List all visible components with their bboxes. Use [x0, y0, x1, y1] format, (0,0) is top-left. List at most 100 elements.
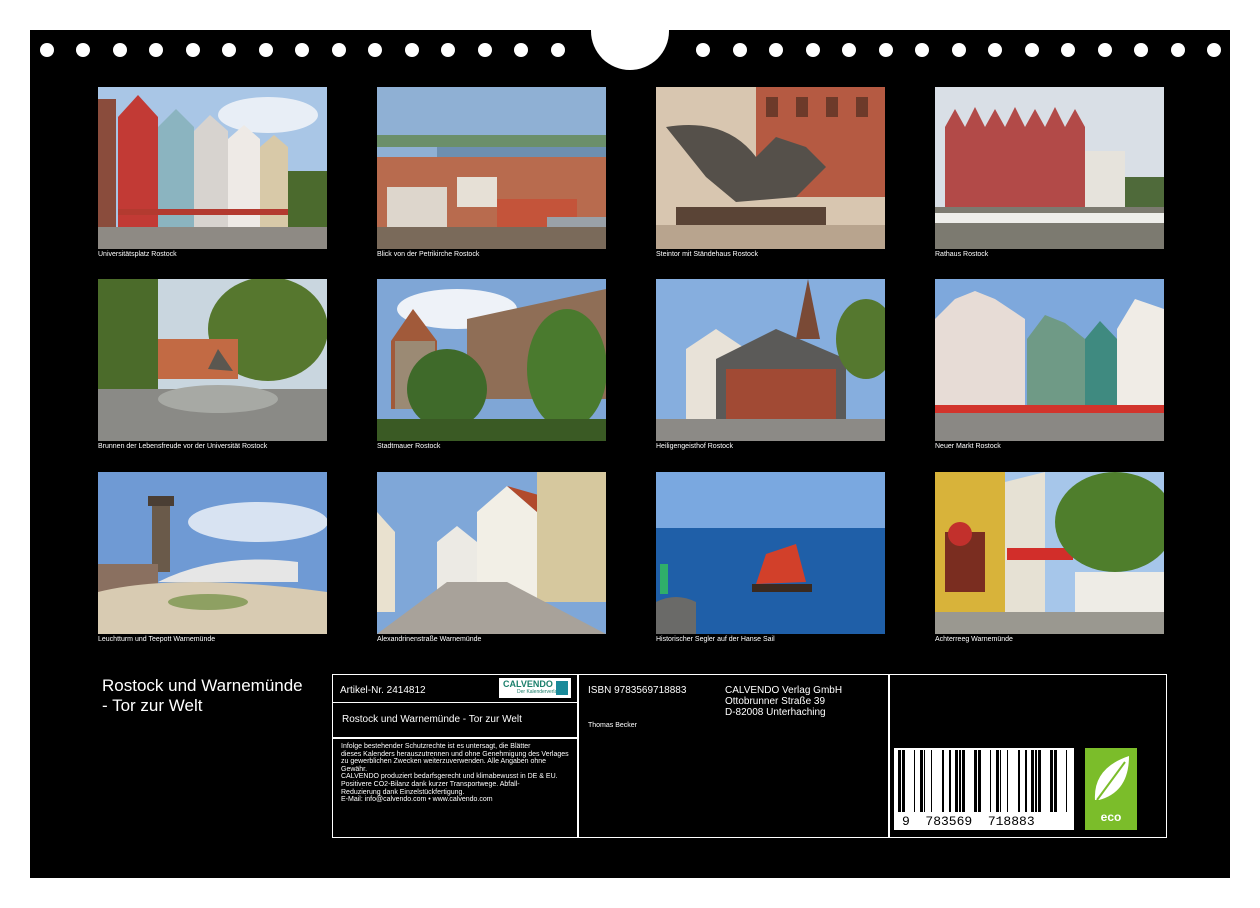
article-number: Artikel-Nr. 2414812 — [340, 685, 426, 696]
calendar-back-page: Universitätsplatz Rostock Blick von der … — [30, 0, 1230, 878]
barcode-bar — [996, 750, 999, 812]
leaf-icon — [1094, 756, 1129, 801]
barcode-bar — [942, 750, 944, 812]
binding-hole — [952, 43, 966, 57]
calvendo-logo-subtext: Der Kalenderverlag — [517, 689, 561, 695]
photo-heiligengeisthof — [656, 279, 885, 441]
photo-caption: Stadtmauer Rostock — [377, 443, 441, 450]
photo-brunnen — [98, 279, 327, 441]
barcode-bar — [1050, 750, 1053, 812]
binding-hole — [1025, 43, 1039, 57]
binding-hole — [733, 43, 747, 57]
photo-neuer-markt — [935, 279, 1164, 441]
photo-steintor — [656, 87, 885, 249]
barcode-bar — [990, 750, 991, 812]
photo-caption: Achterreeg Warnemünde — [935, 636, 1013, 643]
legal-line: Positivere CO2-Bilanz dank kurzer Transp… — [341, 780, 520, 788]
photo-leuchtturm — [98, 472, 327, 634]
calendar-title: Rostock und Warnemünde - Tor zur Welt — [102, 676, 303, 715]
photo-achterreeg — [935, 472, 1164, 634]
legal-line: E-Mail: info@calvendo.com • www.calvendo… — [341, 796, 493, 804]
publisher-line: D-82008 Unterhaching — [725, 707, 826, 718]
binding-hole — [842, 43, 856, 57]
eco-badge: eco — [1085, 748, 1137, 830]
info-divider — [332, 702, 578, 703]
barcode-bar — [931, 750, 932, 812]
barcode-bar — [924, 750, 925, 812]
barcode-bar — [1007, 750, 1008, 812]
barcode-bar — [1018, 750, 1020, 812]
binding-hole — [551, 43, 565, 57]
binding-hole — [405, 43, 419, 57]
binding-hole — [478, 43, 492, 57]
photo-universitaetsplatz — [98, 87, 327, 249]
barcode: 9 783569 718883 — [894, 748, 1074, 830]
publisher-address: CALVENDO Verlag GmbH Ottobrunner Straße 3… — [725, 685, 842, 718]
binding-hole — [441, 43, 455, 57]
binding-hole — [259, 43, 273, 57]
barcode-bar — [949, 750, 951, 812]
legal-line: CALVENDO produziert bedarfsgerecht und k… — [341, 773, 558, 781]
photo-petrikirche-view — [377, 87, 606, 249]
binding-hole — [186, 43, 200, 57]
legal-line: zu gewerblichen Zwecken weiterzuverwende… — [341, 758, 547, 766]
hanger-notch — [591, 0, 669, 70]
binding-hole — [696, 43, 710, 57]
photo-rathaus — [935, 87, 1164, 249]
barcode-bar — [898, 750, 901, 812]
barcode-bar — [978, 750, 981, 812]
photo-caption: Alexandrinenstraße Warnemünde — [377, 636, 482, 643]
author: Thomas Becker — [588, 722, 638, 729]
binding-hole — [368, 43, 382, 57]
photo-stadtmauer — [377, 279, 606, 441]
binding-hole — [879, 43, 893, 57]
barcode-bar — [920, 750, 923, 812]
barcode-bar — [955, 750, 958, 812]
barcode-bar — [1066, 750, 1067, 812]
barcode-bar — [962, 750, 965, 812]
binding-hole — [1098, 43, 1112, 57]
photo-caption: Blick von der Petrikirche Rostock — [377, 251, 480, 258]
photo-caption: Neuer Markt Rostock — [935, 443, 1001, 450]
binding-hole — [915, 43, 929, 57]
legal-text: Infolge bestehender Schutzrechte ist es … — [341, 743, 576, 804]
binding-hole — [149, 43, 163, 57]
barcode-bar — [914, 750, 915, 812]
binding-hole — [295, 43, 309, 57]
barcode-bar — [1000, 750, 1001, 812]
binding-hole — [769, 43, 783, 57]
photo-caption: Steintor mit Ständehaus Rostock — [656, 251, 758, 258]
photo-caption: Leuchtturm und Teepott Warnemünde — [98, 636, 216, 643]
legal-line: Infolge bestehender Schutzrechte ist es … — [341, 743, 531, 750]
barcode-bar — [959, 750, 961, 812]
calvendo-logo: CALVENDO Der Kalenderverlag — [499, 678, 571, 698]
photo-caption: Brunnen der Lebensfreude vor der Univers… — [98, 443, 268, 450]
legal-line: Gewähr. — [341, 765, 368, 773]
binding-hole — [1134, 43, 1148, 57]
binding-hole — [332, 43, 346, 57]
binding-hole — [806, 43, 820, 57]
barcode-digits: 9 783569 718883 — [902, 814, 1035, 829]
legal-line: Reduzierung dank Einzelstückfertigung. — [341, 788, 465, 796]
photo-caption: Rathaus Rostock — [935, 251, 989, 258]
binding-hole — [514, 43, 528, 57]
binding-hole — [1061, 43, 1075, 57]
isbn: ISBN 9783569718883 — [588, 685, 687, 696]
binding-hole — [113, 43, 127, 57]
barcode-bar — [974, 750, 977, 812]
binding-hole — [988, 43, 1002, 57]
publisher-line: Ottobrunner Straße 39 — [725, 696, 826, 707]
barcode-bar — [1035, 750, 1037, 812]
binding-hole — [76, 43, 90, 57]
photo-caption: Historischer Segler auf der Hanse Sail — [656, 636, 775, 643]
calendar-subtitle: Rostock und Warnemünde - Tor zur Welt — [342, 714, 522, 725]
binding-hole — [1207, 43, 1221, 57]
binding-hole — [1171, 43, 1185, 57]
photo-caption: Heiligengeisthof Rostock — [656, 443, 734, 450]
eco-label: eco — [1100, 810, 1122, 824]
barcode-bar — [902, 750, 905, 812]
photo-hanse-sail — [656, 472, 885, 634]
barcode-bar — [1038, 750, 1041, 812]
binding-hole — [222, 43, 236, 57]
legal-line: dieses Kalenders herauszutrennen und ohn… — [341, 750, 569, 758]
